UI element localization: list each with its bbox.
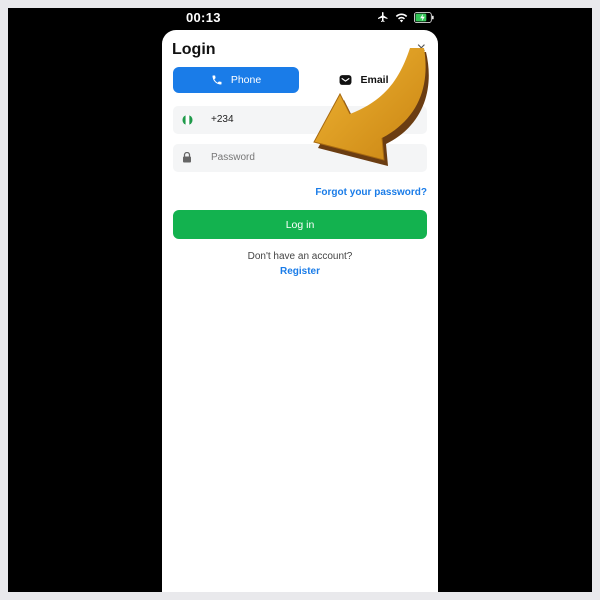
phone-icon [212,75,222,85]
forgot-password-link[interactable]: Forgot your password? [315,187,427,198]
phone-screen: 00:13 Login × [8,8,592,592]
curved-arrow-icon [313,48,429,166]
status-time: 00:13 [186,10,221,25]
status-icons [377,11,434,23]
wifi-icon [395,13,408,22]
status-bar: 00:13 [162,8,444,30]
lock-icon [183,152,191,163]
battery-charging-icon [414,11,434,23]
airplane-icon [378,12,388,22]
nigeria-flag-icon [182,114,193,126]
login-button[interactable]: Log in [173,210,427,239]
register-link[interactable]: Register [162,266,438,277]
login-title: Login [172,41,216,58]
tab-phone-label: Phone [230,74,262,86]
tab-phone[interactable]: Phone [173,67,299,93]
no-account-text: Don't have an account? [247,251,353,262]
